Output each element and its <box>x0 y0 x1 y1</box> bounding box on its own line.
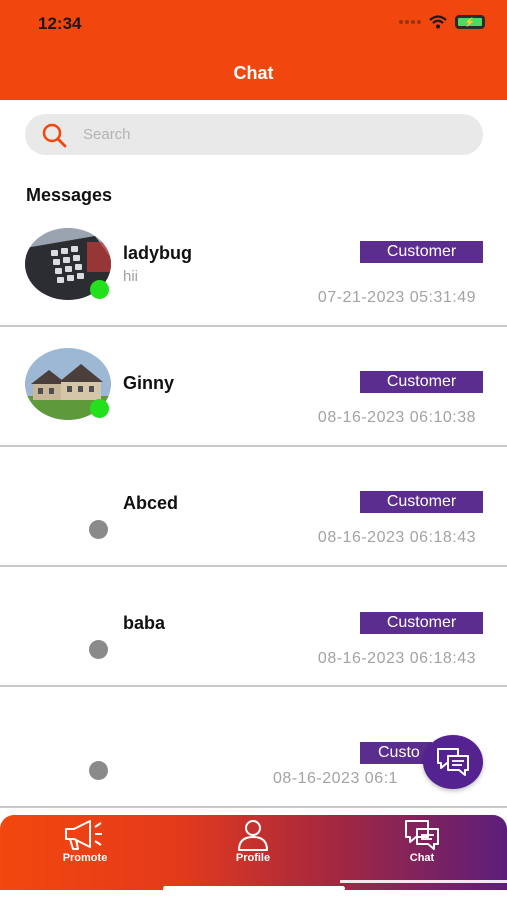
offline-indicator <box>89 761 108 780</box>
chat-icon <box>405 820 439 850</box>
tab-label: Chat <box>409 852 435 864</box>
messages-heading: Messages <box>26 185 113 205</box>
conversation-row[interactable]: baba Customer 08-16-2023 06:18:43 <box>0 567 507 687</box>
contact-name: baba <box>123 613 166 633</box>
status-icons: ⚡ <box>399 15 485 29</box>
conversation-row[interactable]: ladybug hii Customer 07-21-2023 05:31:49 <box>0 207 507 327</box>
online-indicator <box>90 399 109 418</box>
contact-name: Ginny <box>123 373 175 393</box>
message-preview: hii <box>123 268 139 285</box>
contact-name: Abced <box>123 493 179 513</box>
user-icon <box>238 820 268 851</box>
offline-indicator <box>89 520 108 539</box>
new-chat-button[interactable] <box>423 735 483 789</box>
contact-name: ladybug <box>123 243 193 263</box>
message-timestamp: 07-21-2023 05:31:49 <box>317 289 476 306</box>
battery-icon: ⚡ <box>455 15 485 29</box>
message-timestamp: 08-16-2023 06:1 <box>273 770 398 787</box>
megaphone-icon <box>65 820 102 850</box>
tab-label: Promote <box>62 852 108 864</box>
conversation-row[interactable]: Ginny Customer 08-16-2023 06:10:38 <box>0 327 507 447</box>
message-timestamp: 08-16-2023 06:18:43 <box>317 529 476 546</box>
status-time: 12:34 <box>38 14 82 33</box>
role-badge: Custo <box>360 742 432 764</box>
tab-chat[interactable]: Chat <box>362 815 482 875</box>
wifi-icon <box>429 15 447 29</box>
home-indicator <box>163 886 345 891</box>
chat-bubbles-icon <box>437 748 469 776</box>
message-timestamp: 08-16-2023 06:10:38 <box>317 409 476 426</box>
role-badge: Customer <box>360 491 483 513</box>
role-badge: Customer <box>360 241 483 263</box>
role-badge: Customer <box>360 371 483 393</box>
tab-profile[interactable]: Profile <box>193 815 313 875</box>
signal-icon <box>399 20 421 24</box>
search-input[interactable] <box>83 114 463 155</box>
role-badge: Customer <box>360 612 483 634</box>
offline-indicator <box>89 640 108 659</box>
page-title: Chat <box>233 63 274 83</box>
tab-promote[interactable]: Promote <box>25 815 145 875</box>
online-indicator <box>90 280 109 299</box>
bottom-tab-bar: Promote Profile Chat <box>0 815 507 890</box>
message-timestamp: 08-16-2023 06:18:43 <box>317 650 476 667</box>
search-icon <box>42 123 67 148</box>
active-tab-indicator <box>340 880 507 883</box>
tab-label: Profile <box>235 852 271 864</box>
app-header: 12:34 ⚡ Chat <box>0 0 507 100</box>
search-bar[interactable] <box>25 114 483 155</box>
conversation-row[interactable]: Abced Customer 08-16-2023 06:18:43 <box>0 447 507 567</box>
